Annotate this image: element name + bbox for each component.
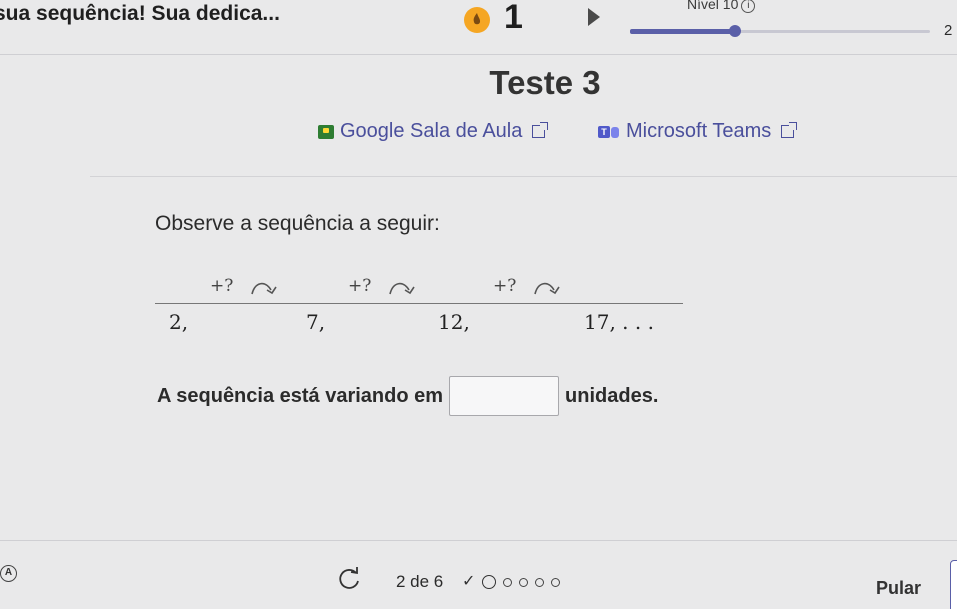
streak-count: 1	[504, 0, 523, 36]
microsoft-teams-label: Microsoft Teams	[626, 120, 772, 142]
curved-arrow-icon	[534, 282, 560, 295]
play-icon[interactable]	[588, 8, 600, 26]
progress-dot-current[interactable]	[482, 575, 497, 589]
question-progress-dots: ✓	[462, 573, 561, 590]
external-link-icon	[781, 122, 798, 138]
curved-arrow-icon	[389, 282, 415, 295]
progress-dot[interactable]	[551, 577, 561, 587]
share-links: Google Sala de Aula T Microsoft Teams	[0, 120, 957, 150]
answer-input[interactable]	[449, 376, 560, 416]
header-divider	[0, 54, 957, 55]
next-button[interactable]	[950, 560, 957, 609]
skip-button[interactable]: Pular	[876, 578, 921, 599]
sequence-divider	[155, 303, 683, 304]
answer-suffix: unidades.	[565, 384, 659, 407]
level-label: Nível 10 i	[687, 0, 756, 13]
level-progress-knob	[729, 25, 741, 37]
next-level-number: 2	[944, 22, 953, 39]
level-progress-bar	[630, 25, 930, 37]
page-counter: 2 de 6	[396, 572, 444, 591]
accessibility-icon[interactable]: A	[0, 565, 17, 582]
streak-message: sua sequência! Sua dedica...	[0, 2, 280, 25]
step-label: +?	[348, 276, 372, 296]
page-title: Teste 3	[489, 64, 601, 101]
sequence-term: 12,	[438, 310, 470, 334]
section-divider	[90, 176, 957, 177]
level-progress-fill	[630, 29, 735, 34]
answer-prefix: A sequência está variando em	[157, 384, 444, 407]
progress-dot[interactable]	[535, 577, 545, 587]
question-prompt: Observe a sequência a seguir:	[155, 212, 440, 235]
footer-divider	[0, 540, 957, 541]
sequence-term: 7,	[306, 310, 326, 334]
step-label: +?	[493, 276, 517, 296]
sequence-term: 2,	[169, 310, 189, 334]
progress-dot[interactable]	[503, 577, 513, 587]
check-icon: ✓	[462, 573, 476, 590]
info-icon[interactable]: i	[741, 0, 756, 13]
google-classroom-icon	[318, 124, 334, 139]
retry-icon[interactable]	[336, 566, 362, 592]
microsoft-teams-link[interactable]: T Microsoft Teams	[598, 120, 798, 143]
curved-arrow-icon	[251, 282, 277, 295]
top-bar: sua sequência! Sua dedica... 1 Nível 10 i…	[0, 0, 957, 52]
step-label: +?	[210, 276, 234, 296]
progress-dot[interactable]	[519, 577, 529, 587]
sequence-term: 17, . . .	[584, 310, 654, 334]
google-classroom-label: Google Sala de Aula	[340, 120, 523, 142]
sequence-diagram: +? +? +? 2, 7, 12, 17, . . .	[155, 268, 685, 348]
level-text: Nível 10	[687, 0, 739, 12]
flame-icon	[464, 7, 490, 33]
external-link-icon	[532, 122, 549, 138]
microsoft-teams-icon: T	[598, 124, 620, 140]
google-classroom-link[interactable]: Google Sala de Aula	[318, 120, 549, 143]
answer-row: A sequência está variando em unidades.	[157, 376, 658, 416]
